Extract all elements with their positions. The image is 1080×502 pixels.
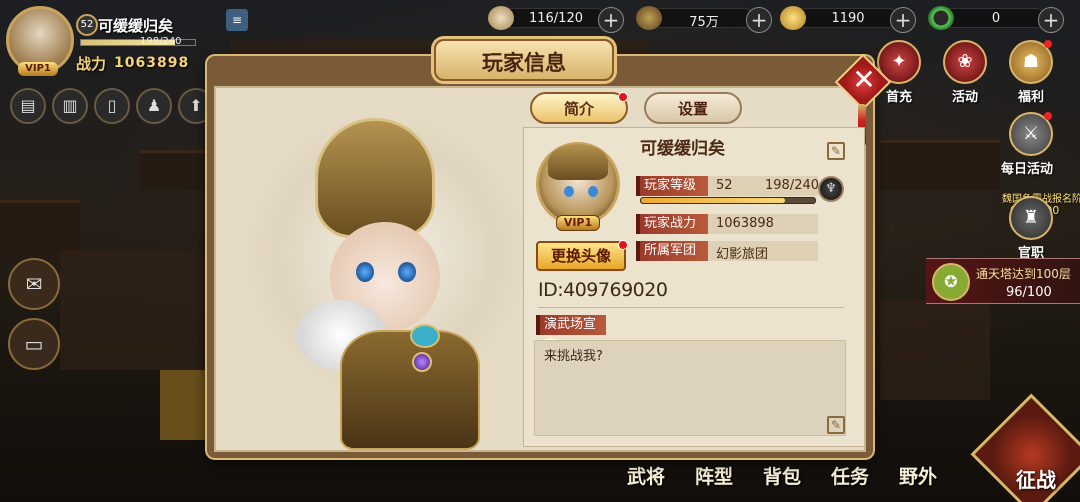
level-up-icon[interactable]: ♆ — [818, 176, 844, 202]
bottom-nav: 武将 阵型 背包 任务 野外 — [612, 462, 952, 489]
jade-ring-icon — [928, 6, 954, 30]
power-value: 1063898 — [716, 216, 774, 231]
welfare-label: 福利 — [1017, 90, 1044, 105]
power-value-top: 1063898 — [114, 55, 190, 71]
resource-value: 0 — [991, 11, 1001, 26]
hero-gem — [412, 352, 432, 372]
red-dot — [1044, 40, 1052, 48]
daily-activity-label: 每日活动 — [1000, 162, 1053, 177]
vip-badge: VIP1 — [556, 215, 600, 231]
tab-intro[interactable]: 简介 — [530, 92, 628, 124]
daily-activity-button[interactable]: ⚔ 每日活动 — [1001, 112, 1058, 177]
player-name-top: 可缓缓归矣 — [98, 17, 174, 35]
activity-icon: ❀ — [943, 40, 987, 84]
chat-menu-icon[interactable]: ≡ — [226, 9, 248, 31]
tower-quest-panel[interactable]: ✪ 通天塔达到100层 96/100 — [926, 258, 1080, 304]
nav-tasks[interactable]: 任务 — [816, 462, 884, 489]
modal-title-plate: 玩家信息 — [434, 39, 614, 81]
hero-eye-left — [356, 262, 374, 282]
official-rank-button[interactable]: ♜ 官职 — [1004, 196, 1058, 261]
legion-value: 幻影旅团 — [716, 247, 769, 262]
add-copper-button[interactable]: + — [746, 7, 772, 33]
red-dot — [1044, 112, 1052, 120]
tower-quest-title: 通天塔达到100层 — [976, 267, 1071, 281]
change-avatar-button[interactable]: 更换头像 — [536, 241, 626, 271]
add-stamina-button[interactable]: + — [598, 7, 624, 33]
hero-pacifier — [410, 324, 440, 348]
gift-pack-icon[interactable]: ✉ — [8, 258, 60, 310]
edit-declaration-icon[interactable]: ✎ — [827, 416, 845, 434]
nav-generals[interactable]: 武将 — [612, 462, 680, 489]
level-exp-bar — [640, 197, 816, 204]
book-icon[interactable]: ▤ — [10, 88, 46, 124]
player-name: 可缓缓归矣 — [640, 139, 725, 159]
hero-armor — [340, 330, 480, 450]
chat-bubble-icon[interactable]: ▭ — [8, 318, 60, 370]
level-exp-fill — [641, 198, 785, 203]
close-icon[interactable]: ✕ — [849, 64, 879, 96]
resource-jade: 0 + — [928, 4, 1068, 33]
vip-badge-top: VIP1 — [18, 62, 58, 76]
portrait-helmet — [548, 144, 608, 180]
declaration-label: 演武场宣言 — [536, 315, 606, 352]
nav-formation[interactable]: 阵型 — [680, 462, 748, 489]
resource-value: 75万 — [689, 15, 719, 30]
nav-field[interactable]: 野外 — [884, 462, 952, 489]
left-function-row: ▤ ▥ ▯ ♟ ⬆ — [10, 88, 214, 124]
level-value: 52 — [716, 178, 733, 193]
stamina-bun-icon — [488, 6, 514, 30]
activity-button[interactable]: ❀ 活动 — [938, 40, 992, 105]
official-rank-icon: ♜ — [1009, 196, 1053, 240]
resource-value: 1190 — [831, 11, 865, 26]
card-icon[interactable]: ▯ — [94, 88, 130, 124]
portrait-eye-right — [588, 186, 598, 197]
edit-name-icon[interactable]: ✎ — [827, 142, 845, 160]
hero-eye-right — [398, 262, 416, 282]
tab-settings[interactable]: 设置 — [644, 92, 742, 124]
legion-label: 所属军团 — [636, 241, 708, 261]
level-label: 玩家等级 — [636, 176, 708, 196]
gold-ingot-icon — [780, 6, 806, 30]
tab-intro-red-dot — [618, 92, 628, 102]
resource-value: 116/120 — [528, 11, 583, 26]
portrait-eye-left — [564, 186, 574, 197]
exp-text-top: 198/240 — [140, 36, 182, 47]
hero-helmet — [315, 118, 435, 238]
tower-icon: ✪ — [932, 263, 970, 301]
scroll-icon[interactable]: ▥ — [52, 88, 88, 124]
add-gold-button[interactable]: + — [890, 7, 916, 33]
resource-stamina: 116/120 + — [488, 4, 628, 33]
change-avatar-red-dot — [618, 240, 628, 250]
modal-title: 玩家信息 — [482, 51, 566, 75]
conquer-label: 征战 — [1016, 468, 1056, 492]
divider — [538, 307, 844, 308]
player-level-badge: 52 — [76, 14, 98, 36]
welfare-button[interactable]: ☗ 福利 — [1004, 40, 1058, 105]
resource-gold: 1190 + — [780, 4, 920, 33]
declaration-text: 来挑战我? — [544, 349, 603, 364]
power-label-top: 战力 — [76, 55, 107, 73]
resource-copper: 75万 + — [636, 4, 776, 33]
level-exp: 198/240 — [765, 178, 820, 193]
power-label: 玩家战力 — [636, 214, 708, 234]
copper-coin-icon — [636, 6, 662, 30]
player-id: ID:409769020 — [538, 279, 668, 301]
nav-backpack[interactable]: 背包 — [748, 462, 816, 489]
add-jade-button[interactable]: + — [1038, 7, 1064, 33]
hero-icon[interactable]: ♟ — [136, 88, 172, 124]
activity-label: 活动 — [951, 90, 978, 105]
tower-quest-progress: 96/100 — [1006, 285, 1052, 300]
